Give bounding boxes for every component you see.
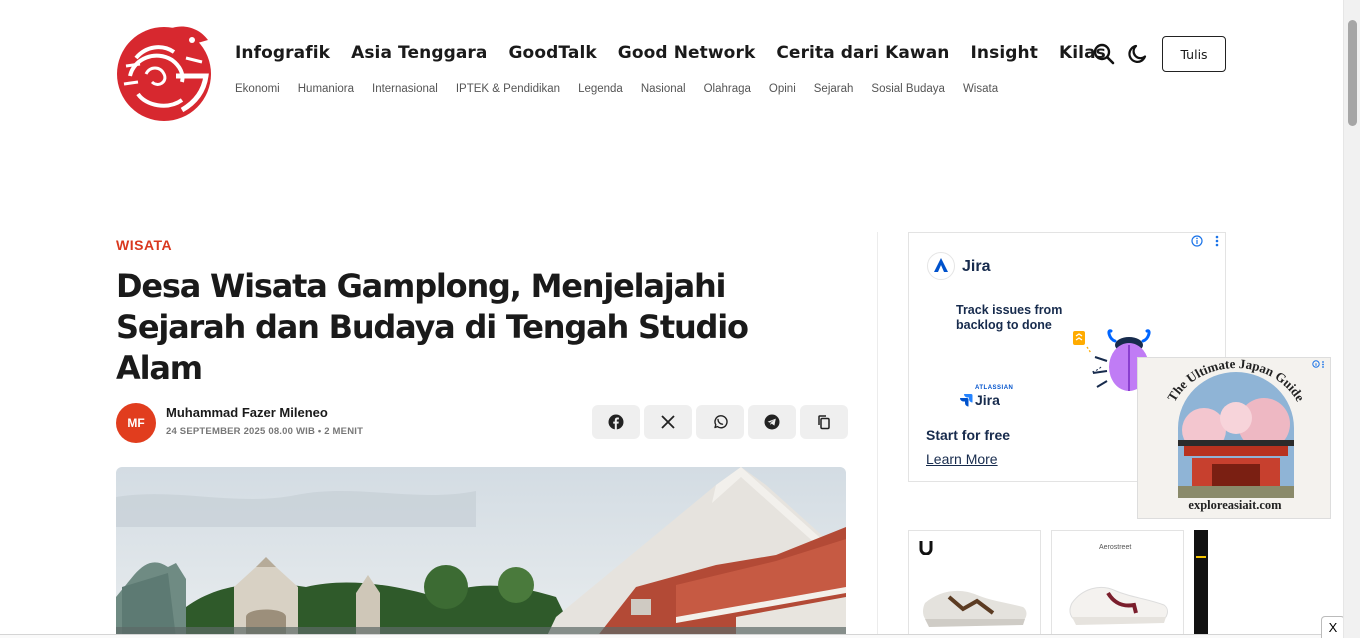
column-divider: [877, 232, 878, 638]
atlassian-logo-icon: [927, 252, 955, 280]
category-link-internasional[interactable]: Internasional: [372, 83, 438, 95]
article-hero-image: [116, 467, 846, 638]
product-ad-card[interactable]: [908, 530, 1041, 638]
site-logo[interactable]: [116, 18, 216, 122]
category-link-legenda[interactable]: Legenda: [578, 83, 623, 95]
telegram-icon: [764, 414, 780, 430]
sneaker-image: [923, 590, 1027, 627]
article-title: Desa Wisata Gamplong, Menjelajahi Sejara…: [116, 267, 749, 387]
scrollbar-thumb[interactable]: [1348, 20, 1357, 126]
main-navigation: Infografik Asia Tenggara GoodTalk Good N…: [235, 43, 1106, 63]
write-button[interactable]: Tulis: [1162, 36, 1226, 72]
share-facebook-button[interactable]: [592, 405, 640, 439]
product-brand: Aerostreet: [1099, 544, 1132, 551]
dark-mode-icon[interactable]: [1126, 42, 1150, 66]
nav-link-goodtalk[interactable]: GoodTalk: [509, 43, 597, 63]
x-icon: [661, 415, 675, 429]
brand-logo-icon: [919, 541, 933, 555]
copy-link-icon: [818, 415, 830, 430]
category-link-olahraga[interactable]: Olahraga: [704, 83, 751, 95]
nav-link-good-network[interactable]: Good Network: [618, 43, 756, 63]
category-link-opini[interactable]: Opini: [769, 83, 796, 95]
copy-link-button[interactable]: [800, 405, 848, 439]
category-link-sosial-budaya[interactable]: Sosial Budaya: [871, 83, 945, 95]
ad-info-icon[interactable]: [1312, 360, 1326, 368]
sticky-ad-bar: [0, 634, 1343, 638]
page-scrollbar[interactable]: [1343, 0, 1360, 638]
category-link-nasional[interactable]: Nasional: [641, 83, 686, 95]
japan-guide-illustration: The Ultimate Japan Guide: [1164, 358, 1308, 498]
sneaker-image: [1069, 587, 1168, 625]
nav-link-cerita-dari-kawan[interactable]: Cerita dari Kawan: [776, 43, 949, 63]
ad-options-icon[interactable]: [1213, 235, 1221, 247]
category-link-humaniora[interactable]: Humaniora: [298, 83, 354, 95]
jira-ad-cta-heading: Start for free: [926, 427, 1011, 443]
jira-ad-brand: Jira: [962, 258, 991, 275]
whatsapp-icon: [714, 415, 728, 429]
japan-guide-ad[interactable]: The Ultimate Japan Guide exploreasiait.c…: [1137, 357, 1331, 519]
share-x-button[interactable]: [644, 405, 692, 439]
site-header: Infografik Asia Tenggara GoodTalk Good N…: [0, 0, 1343, 130]
article-meta: 24 SEPTEMBER 2025 08.00 WIB • 2 MENIT: [166, 426, 364, 437]
author-avatar[interactable]: MF: [116, 403, 156, 443]
atlassian-wordmark: ATLASSIAN: [975, 385, 1014, 391]
jira-logo-icon: [960, 394, 973, 407]
facebook-icon: [608, 414, 624, 430]
author-name[interactable]: Muhammad Fazer Mileneo: [166, 405, 328, 420]
category-navigation: Ekonomi Humaniora Internasional IPTEK & …: [235, 83, 998, 95]
category-link-wisata[interactable]: Wisata: [963, 83, 998, 95]
jira-wordmark: Jira: [975, 392, 1000, 408]
jira-learn-more-link[interactable]: Learn More: [926, 451, 998, 467]
search-icon[interactable]: [1092, 42, 1116, 66]
category-link-ekonomi[interactable]: Ekonomi: [235, 83, 280, 95]
share-whatsapp-button[interactable]: [696, 405, 744, 439]
nav-link-asia-tenggara[interactable]: Asia Tenggara: [351, 43, 487, 63]
nav-link-infografik[interactable]: Infografik: [235, 43, 330, 63]
product-ad-card[interactable]: Aerostreet: [1051, 530, 1184, 638]
article-category[interactable]: WISATA: [116, 237, 172, 253]
japan-ad-site: exploreasiait.com: [1188, 498, 1282, 512]
ad-info-icon[interactable]: [1191, 235, 1203, 247]
product-ad-card[interactable]: [1194, 530, 1208, 638]
close-ad-button[interactable]: X: [1321, 616, 1345, 638]
share-telegram-button[interactable]: [748, 405, 796, 439]
nav-link-insight[interactable]: Insight: [971, 43, 1038, 63]
share-buttons: [592, 405, 848, 439]
category-link-sejarah[interactable]: Sejarah: [814, 83, 854, 95]
category-link-iptek-pendidikan[interactable]: IPTEK & Pendidikan: [456, 83, 560, 95]
